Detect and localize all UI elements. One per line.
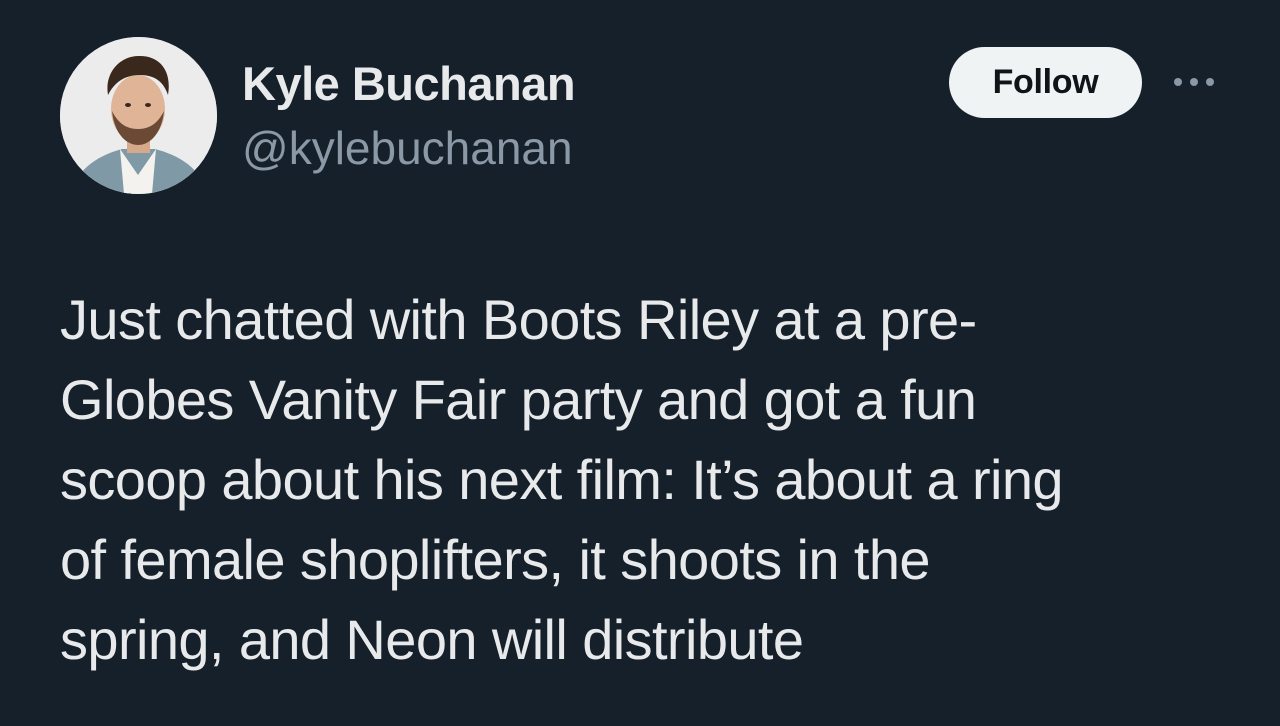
tweet-text-line: scoop about his next film: It’s about a … xyxy=(60,448,1064,511)
tweet-text: Just chatted with Boots Riley at a pre- … xyxy=(60,280,1230,680)
author-handle[interactable]: @kylebuchanan xyxy=(242,120,573,176)
tweet-card: Kyle Buchanan @kylebuchanan Follow Just … xyxy=(0,0,1280,726)
tweet-text-line: Just chatted with Boots Riley at a pre- xyxy=(60,288,977,351)
tweet-text-line: spring, and Neon will distribute xyxy=(60,608,804,671)
avatar[interactable] xyxy=(60,37,217,194)
more-options-button[interactable] xyxy=(1166,62,1222,102)
more-dots-icon xyxy=(1174,78,1214,86)
tweet-text-line: of female shoplifters, it shoots in the xyxy=(60,528,931,591)
tweet-text-line: Globes Vanity Fair party and got a fun xyxy=(60,368,977,431)
profile-photo-icon xyxy=(60,37,217,194)
follow-button[interactable]: Follow xyxy=(949,47,1142,118)
author-display-name[interactable]: Kyle Buchanan xyxy=(242,56,576,112)
